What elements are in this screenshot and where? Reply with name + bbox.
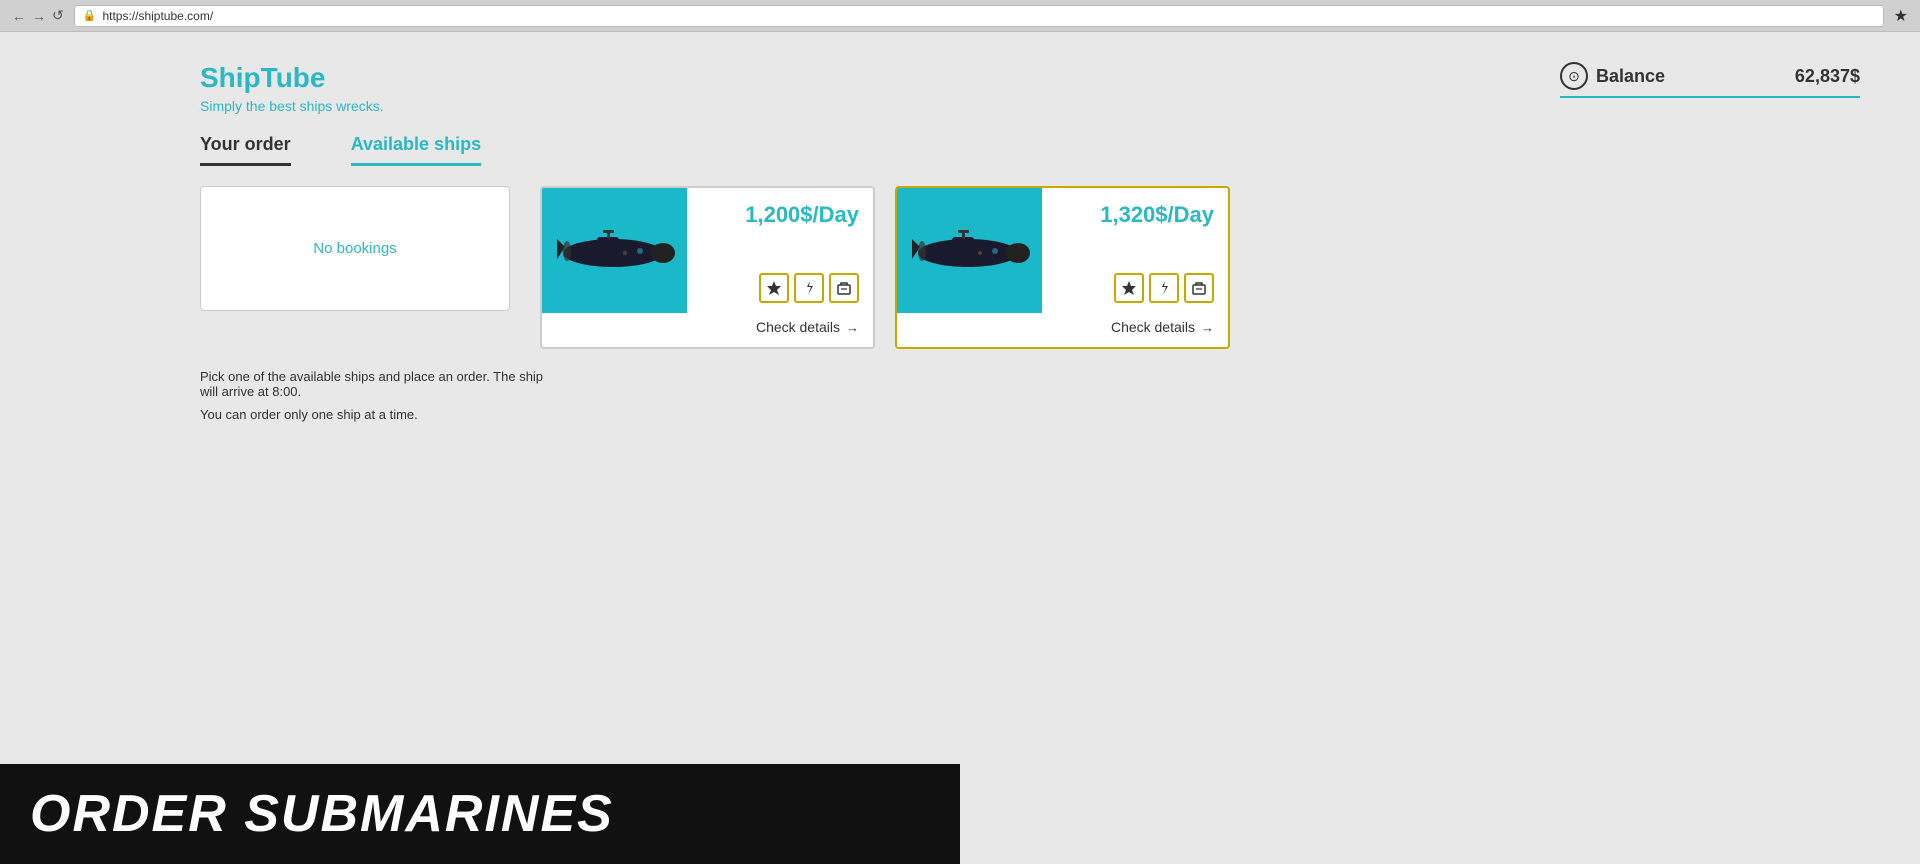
ship-card-2-inner: 1,320$/Day: [897, 188, 1228, 347]
balance-label-group: ⊙ Balance: [1560, 62, 1665, 90]
no-bookings-text: No bookings: [313, 240, 396, 257]
ship-1-image-row: 1,200$/Day: [542, 188, 873, 313]
banner-text: ORDER SUBMARINES: [30, 784, 930, 844]
nav-back-icon[interactable]: ←: [12, 8, 26, 24]
ship-2-image-row: 1,320$/Day: [897, 188, 1228, 313]
ship-1-feature-icon-3: [829, 273, 859, 303]
ship-1-feature-icon-2: [794, 273, 824, 303]
order-panel: No bookings: [200, 186, 510, 311]
bookmark-star-icon[interactable]: ★: [1894, 6, 1908, 26]
browser-bar: ← → ↺ 🔒 https://shiptube.com/ ★: [0, 0, 1920, 32]
ship-1-info: 1,200$/Day: [687, 188, 873, 313]
ship-1-check-details[interactable]: Check details →: [542, 313, 873, 347]
bottom-banner: ORDER SUBMARINES: [0, 764, 960, 864]
ship-2-arrow-icon: →: [1201, 320, 1214, 335]
ship-2-info: 1,320$/Day: [1042, 188, 1228, 313]
ship-2-feature-icon-3: [1184, 273, 1214, 303]
ship-card-1[interactable]: 1,200$/Day: [540, 186, 875, 349]
balance-amount: 62,837$: [1795, 66, 1860, 87]
info-line-1: Pick one of the available ships and plac…: [200, 369, 560, 399]
ship-1-icons: [759, 273, 859, 303]
ship-2-price: 1,320$/Day: [1100, 202, 1214, 228]
balance-underline: [1560, 96, 1860, 98]
ship-2-image-bg: [897, 188, 1042, 313]
brand-subtitle: Simply the best ships wrecks.: [200, 98, 384, 114]
balance-icon: ⊙: [1560, 62, 1588, 90]
ship-2-feature-icon-1: [1114, 273, 1144, 303]
nav-forward-icon[interactable]: →: [32, 8, 46, 24]
page: ShipTube Simply the best ships wrecks. ⊙…: [0, 32, 1920, 864]
ship-1-arrow-icon: →: [846, 320, 859, 335]
main-content: No bookings: [0, 186, 1920, 349]
ship-2-feature-icon-2: [1149, 273, 1179, 303]
ship-2-icons: [1114, 273, 1214, 303]
ship-2-check-details-label: Check details: [1111, 319, 1195, 335]
brand-title: ShipTube: [200, 62, 384, 94]
ship-card-2[interactable]: 1,320$/Day: [895, 186, 1230, 349]
balance-label: Balance: [1596, 66, 1665, 87]
ships-section: 1,200$/Day: [540, 186, 1230, 349]
ship-1-check-details-label: Check details: [756, 319, 840, 335]
ship-2-image: [910, 221, 1030, 281]
tabs: Your order Available ships: [0, 134, 1920, 166]
lock-icon: 🔒: [83, 9, 97, 22]
info-line-2: You can order only one ship at a time.: [200, 407, 560, 422]
balance-section: ⊙ Balance 62,837$: [1560, 62, 1860, 98]
ship-card-1-inner: 1,200$/Day: [542, 188, 873, 347]
balance-row: ⊙ Balance 62,837$: [1560, 62, 1860, 90]
ship-1-price: 1,200$/Day: [745, 202, 859, 228]
ship-2-check-details[interactable]: Check details →: [897, 313, 1228, 347]
info-text: Pick one of the available ships and plac…: [0, 349, 1920, 422]
browser-nav[interactable]: ← → ↺: [12, 7, 64, 24]
brand: ShipTube Simply the best ships wrecks.: [200, 62, 384, 114]
header: ShipTube Simply the best ships wrecks. ⊙…: [0, 32, 1920, 134]
url-text: https://shiptube.com/: [102, 9, 213, 23]
ship-1-image-bg: [542, 188, 687, 313]
ship-1-feature-icon-1: [759, 273, 789, 303]
tab-your-order[interactable]: Your order: [200, 134, 291, 166]
ship-1-image: [555, 221, 675, 281]
tab-available-ships[interactable]: Available ships: [351, 134, 481, 166]
nav-refresh-icon[interactable]: ↺: [52, 7, 64, 24]
address-bar[interactable]: 🔒 https://shiptube.com/: [74, 5, 1884, 27]
